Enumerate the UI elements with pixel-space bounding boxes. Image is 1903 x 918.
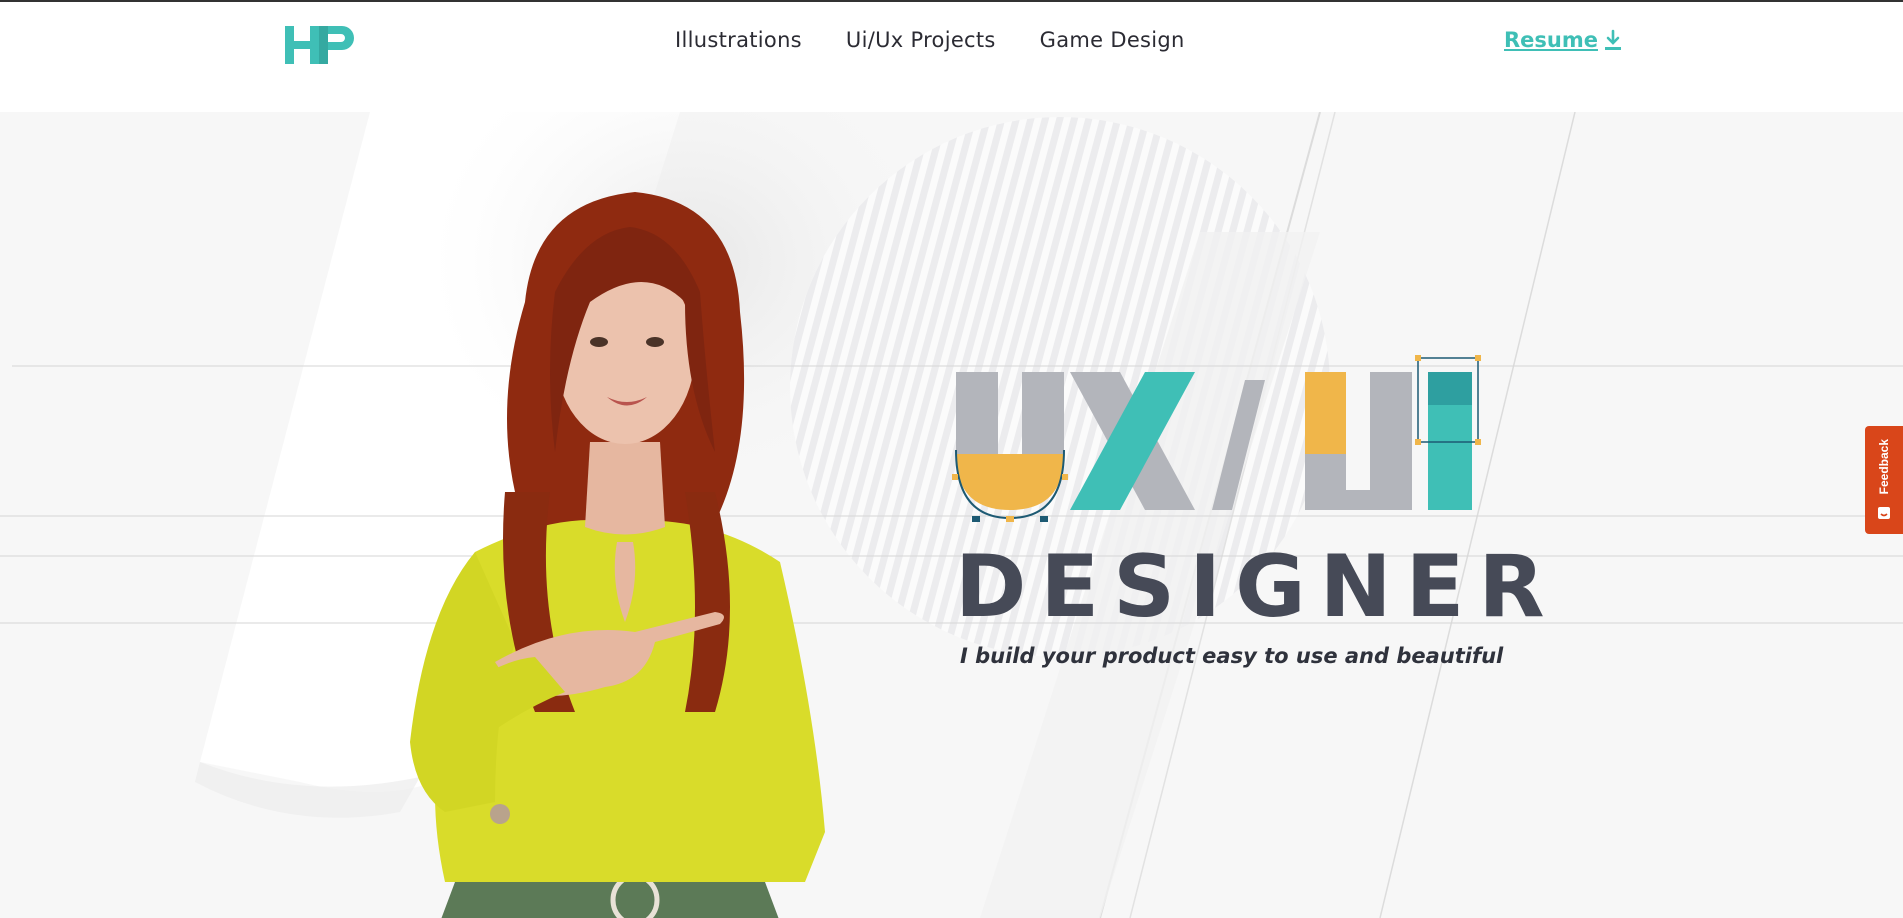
nav-illustrations[interactable]: Illustrations — [675, 28, 802, 52]
resume-label: Resume — [1504, 28, 1598, 52]
feedback-icon — [1878, 506, 1890, 519]
nav-game-design[interactable]: Game Design — [1040, 28, 1185, 52]
feedback-label: Feedback — [1877, 439, 1891, 495]
nav-uiux-projects[interactable]: Ui/Ux Projects — [846, 28, 996, 52]
main-nav: Illustrations Ui/Ux Projects Game Design — [675, 28, 1185, 52]
ux-ui-lettering — [952, 355, 1481, 522]
site-header: Illustrations Ui/Ux Projects Game Design… — [0, 2, 1903, 110]
logo[interactable] — [283, 22, 363, 68]
hero-tagline: I build your product easy to use and bea… — [960, 644, 1504, 668]
hero-section: DESIGNER I build your product easy to us… — [0, 112, 1903, 918]
feedback-tab[interactable]: Feedback — [1865, 426, 1903, 534]
download-icon — [1605, 29, 1621, 50]
designer-portrait — [410, 192, 825, 918]
resume-download-link[interactable]: Resume — [1504, 28, 1622, 52]
hp-logo-icon — [285, 26, 354, 64]
hero-headline: DESIGNER — [955, 537, 1559, 637]
